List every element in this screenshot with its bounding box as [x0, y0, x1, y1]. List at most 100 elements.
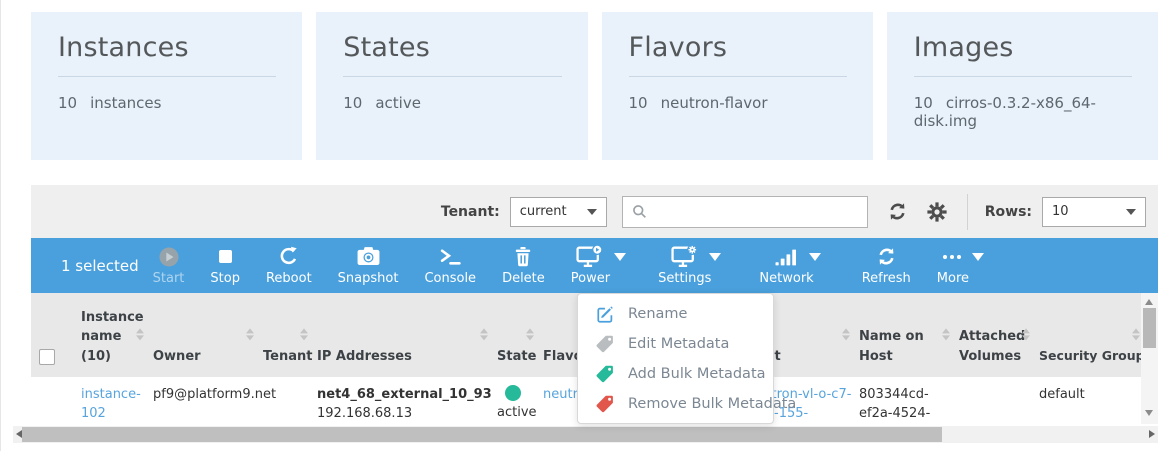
select-all-checkbox[interactable] — [39, 349, 55, 365]
column-header-tenant[interactable]: Tenant — [255, 293, 309, 377]
sort-icon[interactable] — [480, 328, 488, 340]
more-menu-button[interactable]: More — [937, 245, 991, 286]
button-label: Power — [571, 271, 610, 286]
tenant-select-value: current — [520, 204, 567, 219]
menu-item-label: Edit Metadata — [628, 336, 729, 352]
card-states: States 10active — [316, 12, 587, 160]
button-label: Network — [759, 271, 813, 286]
instance-link[interactable]: instance-102 — [81, 387, 141, 421]
delete-button[interactable]: Delete — [502, 245, 545, 286]
card-count: 10 — [629, 94, 648, 112]
menu-item-label: Rename — [628, 306, 687, 322]
chevron-down-icon — [1126, 209, 1136, 215]
card-stat-label: neutron-flavor — [661, 94, 768, 112]
gear-icon[interactable] — [927, 202, 947, 222]
action-buttons: Start Stop Reboot Snapshot — [153, 245, 991, 286]
tenant-cell — [255, 377, 309, 424]
card-stat-label: active — [375, 94, 421, 112]
power-menu-button[interactable]: Power — [571, 245, 632, 286]
ip-address: 192.168.68.13 — [317, 405, 485, 424]
button-label: Refresh — [862, 271, 911, 286]
menu-item-rename[interactable]: Rename — [578, 299, 773, 329]
search-icon — [632, 204, 647, 219]
network-menu-button[interactable]: Network — [759, 245, 835, 286]
tenant-select[interactable]: current — [510, 197, 607, 227]
sort-icon[interactable] — [300, 328, 308, 340]
column-header-attached-volumes[interactable]: Attached Volumes — [951, 293, 1031, 377]
menu-item-remove-bulk-metadata[interactable]: Remove Bulk Metadata — [578, 389, 773, 419]
selected-count: 1 selected — [61, 257, 139, 275]
stop-button[interactable]: Stop — [210, 245, 240, 286]
column-label: Owner — [153, 347, 201, 367]
refresh-button[interactable] — [887, 201, 908, 222]
start-button: Start — [153, 245, 185, 286]
settings-menu-button[interactable]: Settings — [658, 245, 733, 286]
card-title: Images — [914, 32, 1132, 63]
settings-dropdown-menu: Rename Edit Metadata Add Bulk Metadata R… — [577, 293, 774, 424]
name-on-host-cell: 803344cd- ef2a-4524- — [851, 377, 951, 424]
settings-monitor-icon — [671, 245, 698, 268]
state-cell: active — [489, 377, 535, 424]
snapshot-button[interactable]: Snapshot — [338, 245, 399, 286]
chevron-down-icon — [587, 209, 597, 215]
column-header-state[interactable]: State — [489, 293, 535, 377]
tag-icon — [595, 364, 615, 384]
column-label: Attached Volumes — [959, 327, 1027, 366]
terminal-icon — [439, 247, 462, 266]
chevron-down-icon — [614, 253, 626, 261]
reboot-button[interactable]: Reboot — [266, 245, 312, 286]
column-header-instance-name[interactable]: Instance name (10) — [73, 293, 145, 377]
menu-item-add-bulk-metadata[interactable]: Add Bulk Metadata — [578, 359, 773, 389]
refresh-table-button[interactable]: Refresh — [862, 245, 911, 286]
button-label: Snapshot — [338, 271, 399, 286]
chevron-down-icon — [809, 253, 821, 261]
card-count: 10 — [914, 94, 933, 112]
card-stat: 10 neutron-flavor — [629, 94, 847, 112]
camera-icon — [356, 246, 381, 267]
sort-icon[interactable] — [1022, 328, 1030, 340]
card-title: Instances — [58, 32, 276, 63]
horizontal-scrollbar-thumb[interactable] — [22, 427, 942, 442]
sort-icon[interactable] — [1132, 328, 1140, 340]
card-stat: 10 instances — [58, 94, 276, 112]
search-box[interactable] — [622, 196, 868, 228]
sort-icon[interactable] — [526, 328, 534, 340]
column-label: Name on Host — [859, 327, 947, 366]
sort-icon[interactable] — [136, 328, 144, 340]
card-stat-label: instances — [90, 94, 161, 112]
vertical-scrollbar-thumb[interactable] — [1143, 308, 1156, 348]
column-label: IP Addresses — [317, 347, 412, 367]
reboot-icon — [278, 246, 299, 267]
search-input[interactable] — [654, 204, 858, 219]
column-header-owner[interactable]: Owner — [145, 293, 255, 377]
rows-select[interactable]: 10 — [1042, 197, 1146, 227]
horizontal-scrollbar[interactable] — [13, 426, 1158, 443]
column-header-ip-addresses[interactable]: IP Addresses — [309, 293, 489, 377]
menu-item-edit-metadata[interactable]: Edit Metadata — [578, 329, 773, 359]
column-header-name-on-host[interactable]: Name on Host — [851, 293, 951, 377]
sort-icon[interactable] — [942, 328, 950, 340]
play-circle-icon — [158, 246, 180, 268]
card-count: 10 — [58, 94, 77, 112]
console-button[interactable]: Console — [424, 245, 476, 286]
scroll-right-arrow[interactable] — [1149, 430, 1155, 438]
sort-icon[interactable] — [842, 328, 850, 340]
column-header-security-groups[interactable]: Security Groups — [1031, 293, 1141, 377]
button-label: Settings — [658, 271, 711, 286]
scroll-up-arrow[interactable] — [1145, 299, 1153, 305]
header-checkbox-cell — [31, 293, 73, 377]
sort-icon[interactable] — [246, 328, 254, 340]
card-title: States — [343, 32, 561, 63]
card-divider — [914, 76, 1132, 77]
instances-dashboard: Instances 10instances States 10active Fl… — [0, 0, 1163, 451]
tag-icon — [595, 334, 615, 354]
button-label: Start — [153, 271, 185, 286]
signal-bars-icon — [775, 248, 798, 266]
card-stat-label: cirros-0.3.2-x86_64-disk.img — [914, 94, 1096, 130]
ip-addresses-cell: net4_68_external_10_93 192.168.68.13 — [309, 377, 489, 424]
chevron-down-icon — [972, 253, 984, 261]
refresh-icon — [876, 246, 897, 267]
menu-item-label: Remove Bulk Metadata — [628, 396, 796, 412]
vertical-scrollbar[interactable] — [1141, 293, 1158, 424]
scroll-down-arrow[interactable] — [1145, 410, 1153, 416]
